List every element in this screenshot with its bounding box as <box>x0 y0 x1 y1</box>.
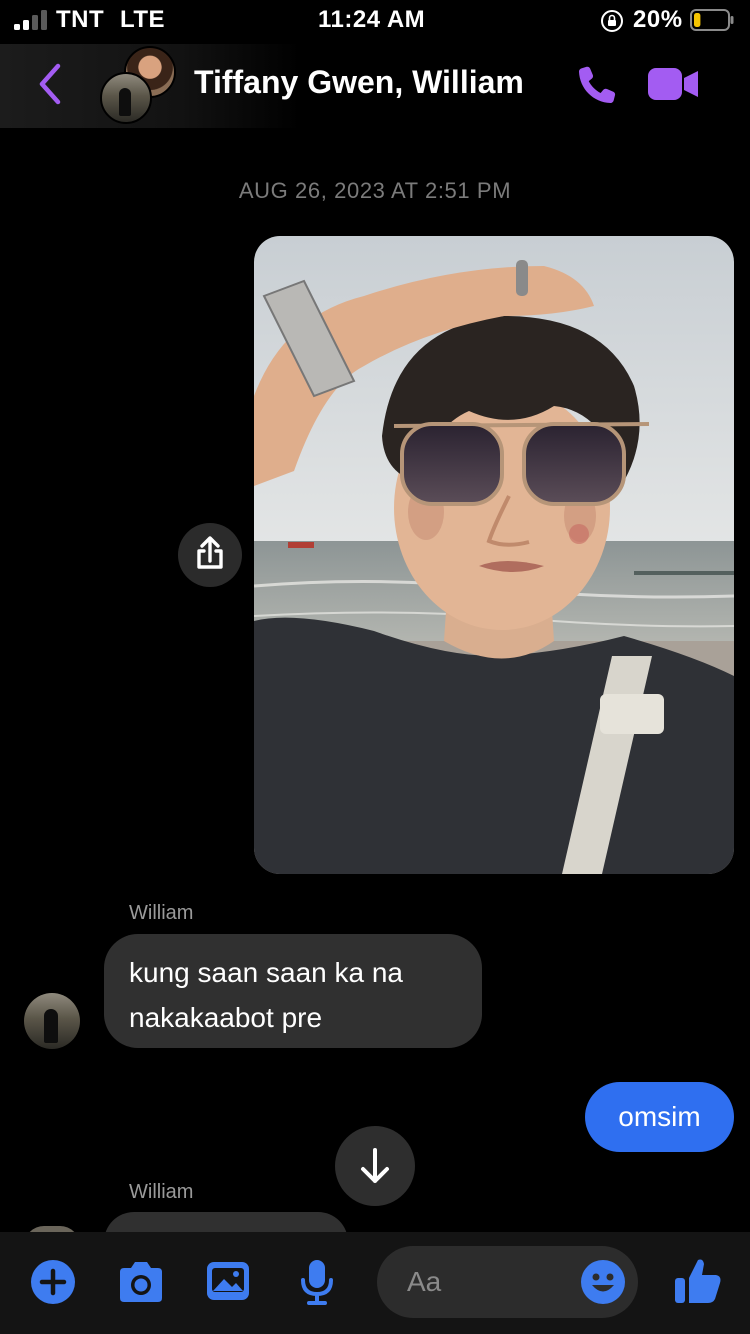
scroll-to-bottom-button[interactable] <box>335 1126 415 1206</box>
gallery-icon[interactable] <box>205 1260 251 1302</box>
shared-photo[interactable] <box>254 236 734 874</box>
signal-strength-icon <box>14 10 48 30</box>
video-camera-icon[interactable] <box>646 66 700 102</box>
message-composer: Aa <box>0 1232 750 1334</box>
thread-timestamp: AUG 26, 2023 AT 2:51 PM <box>238 178 512 203</box>
status-bar: TNT LTE 11:24 AM 20% <box>0 0 750 44</box>
phone-icon[interactable] <box>574 62 620 108</box>
back-chevron-icon[interactable] <box>34 62 66 106</box>
message-line: nakakaabot pre <box>129 1002 323 1033</box>
group-avatar-william[interactable] <box>100 72 152 124</box>
thumbs-up-icon[interactable] <box>672 1256 724 1306</box>
plus-icon[interactable] <box>30 1259 76 1305</box>
emoji-icon[interactable] <box>579 1258 627 1306</box>
carrier-name: TNT <box>56 6 105 33</box>
battery-percent: 20% <box>633 6 683 33</box>
sender-name: William <box>129 902 194 924</box>
incoming-message-bubble[interactable]: kung saan saan ka na nakakaabot pre <box>104 934 482 1048</box>
conversation-title[interactable]: Tiffany Gwen, William <box>194 64 524 101</box>
message-input[interactable]: Aa <box>377 1246 638 1318</box>
camera-icon[interactable] <box>116 1260 166 1304</box>
microphone-icon[interactable] <box>298 1258 336 1306</box>
orientation-lock-icon <box>601 10 623 32</box>
battery-icon <box>690 9 734 31</box>
outgoing-message-bubble[interactable]: omsim <box>585 1082 734 1152</box>
message-line: kung saan saan ka na <box>129 957 403 988</box>
conversation-header: Tiffany Gwen, William <box>0 44 750 128</box>
message-input-placeholder: Aa <box>407 1266 442 1297</box>
network-type: LTE <box>120 6 166 33</box>
arrow-down-icon <box>361 1148 389 1183</box>
sender-name: William <box>129 1181 194 1203</box>
sender-avatar[interactable] <box>24 993 80 1049</box>
share-button[interactable] <box>178 523 242 587</box>
share-icon <box>197 536 223 569</box>
selfie-image <box>254 236 734 874</box>
clock: 11:24 AM <box>318 6 426 33</box>
